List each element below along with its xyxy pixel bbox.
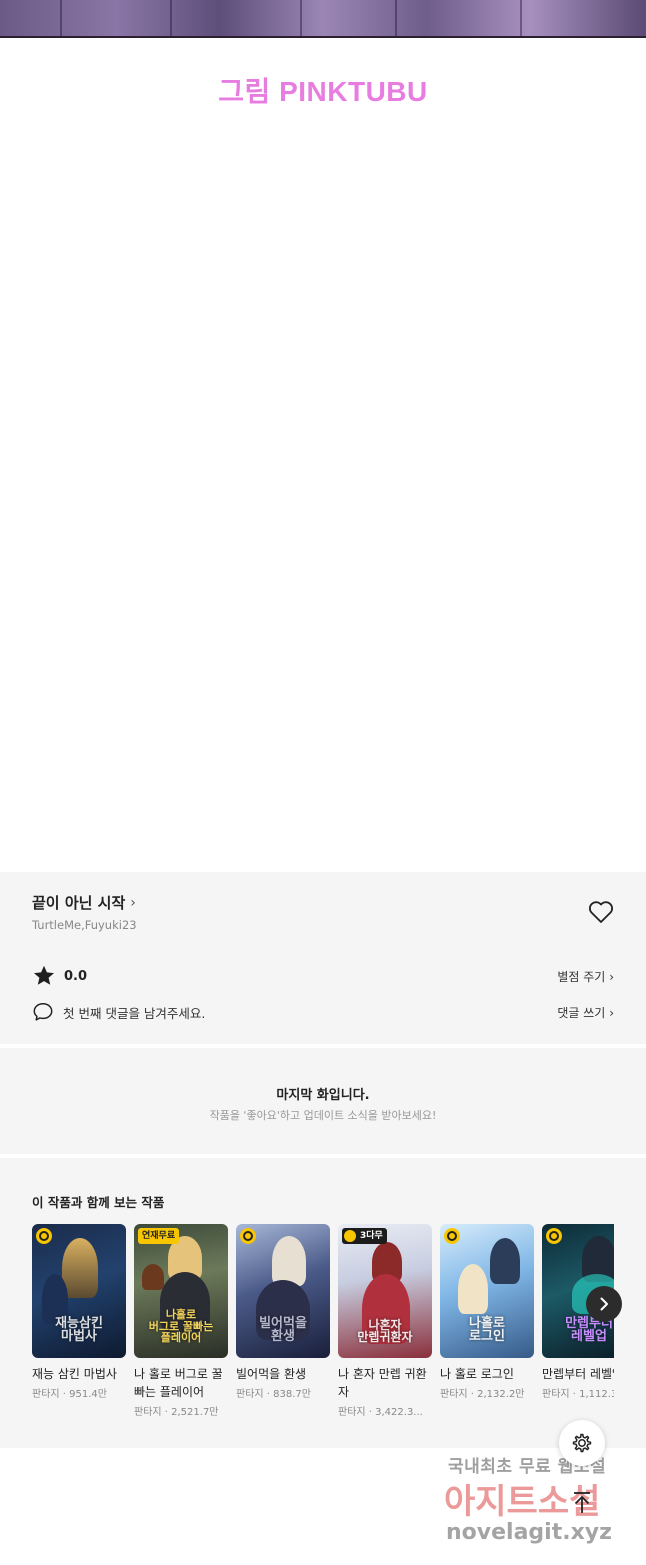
cover-title-art: 빌어먹을 환생: [259, 1315, 307, 1345]
free-after-wait-badge: 3다무: [342, 1228, 387, 1244]
comment-bubble-icon: [33, 1003, 53, 1021]
rec-card[interactable]: 재능삼킨 마법사 재능 삼킨 마법사 판타지 · 951.4만: [32, 1224, 126, 1400]
clock-icon: [36, 1228, 52, 1244]
comment-prompt[interactable]: 첫 번째 댓글을 남겨주세요.: [63, 1003, 205, 1022]
rec-meta: 판타지 · 3,422.3...: [338, 1407, 423, 1418]
cover-title-art: 나홀로 로그인: [469, 1315, 505, 1345]
clock-icon: [546, 1228, 562, 1244]
watermark-url: novelagit.xyz: [446, 1520, 612, 1545]
star-icon: [34, 965, 54, 985]
rec-meta: 판타지 · 2,521.7만: [134, 1407, 219, 1418]
comic-panel-bottom-edge: [0, 0, 646, 38]
rec-meta: 판타지 · 1,112.3만: [542, 1389, 614, 1400]
series-title-link[interactable]: 끝이 아닌 시작 ›: [32, 892, 136, 913]
like-button[interactable]: [588, 900, 616, 926]
viewer-page: 그림 PINKTUBU 끝이 아닌 시작 › TurtleMe,Fuyuki23…: [0, 0, 646, 1565]
last-episode-panel: 마지막 화입니다. 작품을 '좋아요'하고 업데이트 소식을 받아보세요!: [0, 1048, 646, 1154]
rec-title: 재능 삼킨 마법사: [32, 1367, 117, 1381]
settings-button[interactable]: [559, 1420, 605, 1466]
arrow-up-icon: [574, 1492, 590, 1513]
cover-title-art: 나홀로 버그로 꿀빠는 플레이어: [148, 1308, 214, 1345]
rec-title: 나 혼자 만렙 귀환자: [338, 1367, 427, 1399]
rate-button-label: 별점 주기: [557, 970, 606, 984]
rec-thumbnail[interactable]: 나홀로 로그인: [440, 1224, 534, 1358]
rec-meta: 판타지 · 951.4만: [32, 1389, 107, 1400]
rec-thumbnail[interactable]: 나혼자 만렙귀환자 3다무: [338, 1224, 432, 1358]
chevron-right-icon: [600, 1297, 608, 1311]
rec-card[interactable]: 나홀로 버그로 꿀빠는 플레이어 연재무료 나 홀로 버그로 꿀빠는 플레이어 판타…: [134, 1224, 228, 1418]
rec-card[interactable]: 나홀로 로그인 나 홀로 로그인 판타지 · 2,132.2만: [440, 1224, 534, 1400]
rec-title: 만렙부터 레벨업: [542, 1367, 614, 1381]
clock-icon: [444, 1228, 460, 1244]
rating-value: 0.0: [64, 968, 88, 984]
chevron-right-icon: ›: [130, 894, 136, 911]
free-after-wait-label: 3다무: [360, 1231, 383, 1241]
last-episode-subtitle: 작품을 '좋아요'하고 업데이트 소식을 받아보세요!: [209, 1109, 437, 1122]
clock-icon: [344, 1230, 356, 1242]
series-authors: TurtleMe,Fuyuki23: [32, 918, 137, 932]
rec-card[interactable]: 빌어먹을 환생 빌어먹을 환생 판타지 · 838.7만: [236, 1224, 330, 1400]
recommendations-panel: 이 작품과 함께 보는 작품 재능삼킨 마법사 재능 삼킨 마법사 판타지 · 9…: [0, 1158, 646, 1448]
series-info-panel: 끝이 아닌 시작 › TurtleMe,Fuyuki23 0.0 별점 주기 ›…: [0, 872, 646, 1044]
artist-credit: 그림 PINKTUBU: [218, 76, 428, 107]
rec-thumbnail[interactable]: 재능삼킨 마법사: [32, 1224, 126, 1358]
clock-icon: [240, 1228, 256, 1244]
rating-row: 0.0 별점 주기 ›: [32, 964, 614, 988]
series-title: 끝이 아닌 시작: [32, 894, 126, 912]
rec-title: 나 홀로 버그로 꿀빠는 플레이어: [134, 1367, 223, 1399]
write-comment-button[interactable]: 댓글 쓰기 ›: [557, 1004, 614, 1021]
rec-thumbnail[interactable]: 나홀로 버그로 꿀빠는 플레이어 연재무료: [134, 1224, 228, 1358]
write-comment-label: 댓글 쓰기: [557, 1006, 606, 1020]
chevron-right-icon: ›: [609, 970, 614, 984]
carousel-next-button[interactable]: [586, 1286, 622, 1322]
rate-button[interactable]: 별점 주기 ›: [557, 968, 614, 985]
site-watermark: 국내최초 무료 웹소설 아지트소설 novelagit.xyz: [440, 1450, 640, 1560]
heart-outline-icon: [589, 901, 613, 923]
rec-thumbnail[interactable]: 빌어먹을 환생: [236, 1224, 330, 1358]
recommendations-heading: 이 작품과 함께 보는 작품: [32, 1195, 165, 1210]
cover-title-art: 나혼자 만렙귀환자: [357, 1317, 413, 1345]
chevron-right-icon: ›: [609, 1006, 614, 1020]
free-serial-badge: 연재무료: [138, 1228, 180, 1244]
rec-title: 빌어먹을 환생: [236, 1367, 307, 1381]
last-episode-title: 마지막 화입니다.: [276, 1088, 370, 1103]
rec-meta: 판타지 · 2,132.2만: [440, 1389, 525, 1400]
cover-title-art: 재능삼킨 마법사: [55, 1315, 103, 1345]
rec-meta: 판타지 · 838.7만: [236, 1389, 311, 1400]
rec-card[interactable]: 나혼자 만렙귀환자 3다무 나 혼자 만렙 귀환자 판타지 · 3,422.3..…: [338, 1224, 432, 1418]
comment-row: 첫 번째 댓글을 남겨주세요. 댓글 쓰기 ›: [32, 1000, 614, 1024]
recommendations-carousel[interactable]: 재능삼킨 마법사 재능 삼킨 마법사 판타지 · 951.4만 나홀로 버그로 꿀빠…: [32, 1224, 614, 1434]
rec-title: 나 홀로 로그인: [440, 1367, 514, 1381]
scroll-top-button[interactable]: [566, 1487, 598, 1519]
gear-icon: [572, 1433, 592, 1453]
